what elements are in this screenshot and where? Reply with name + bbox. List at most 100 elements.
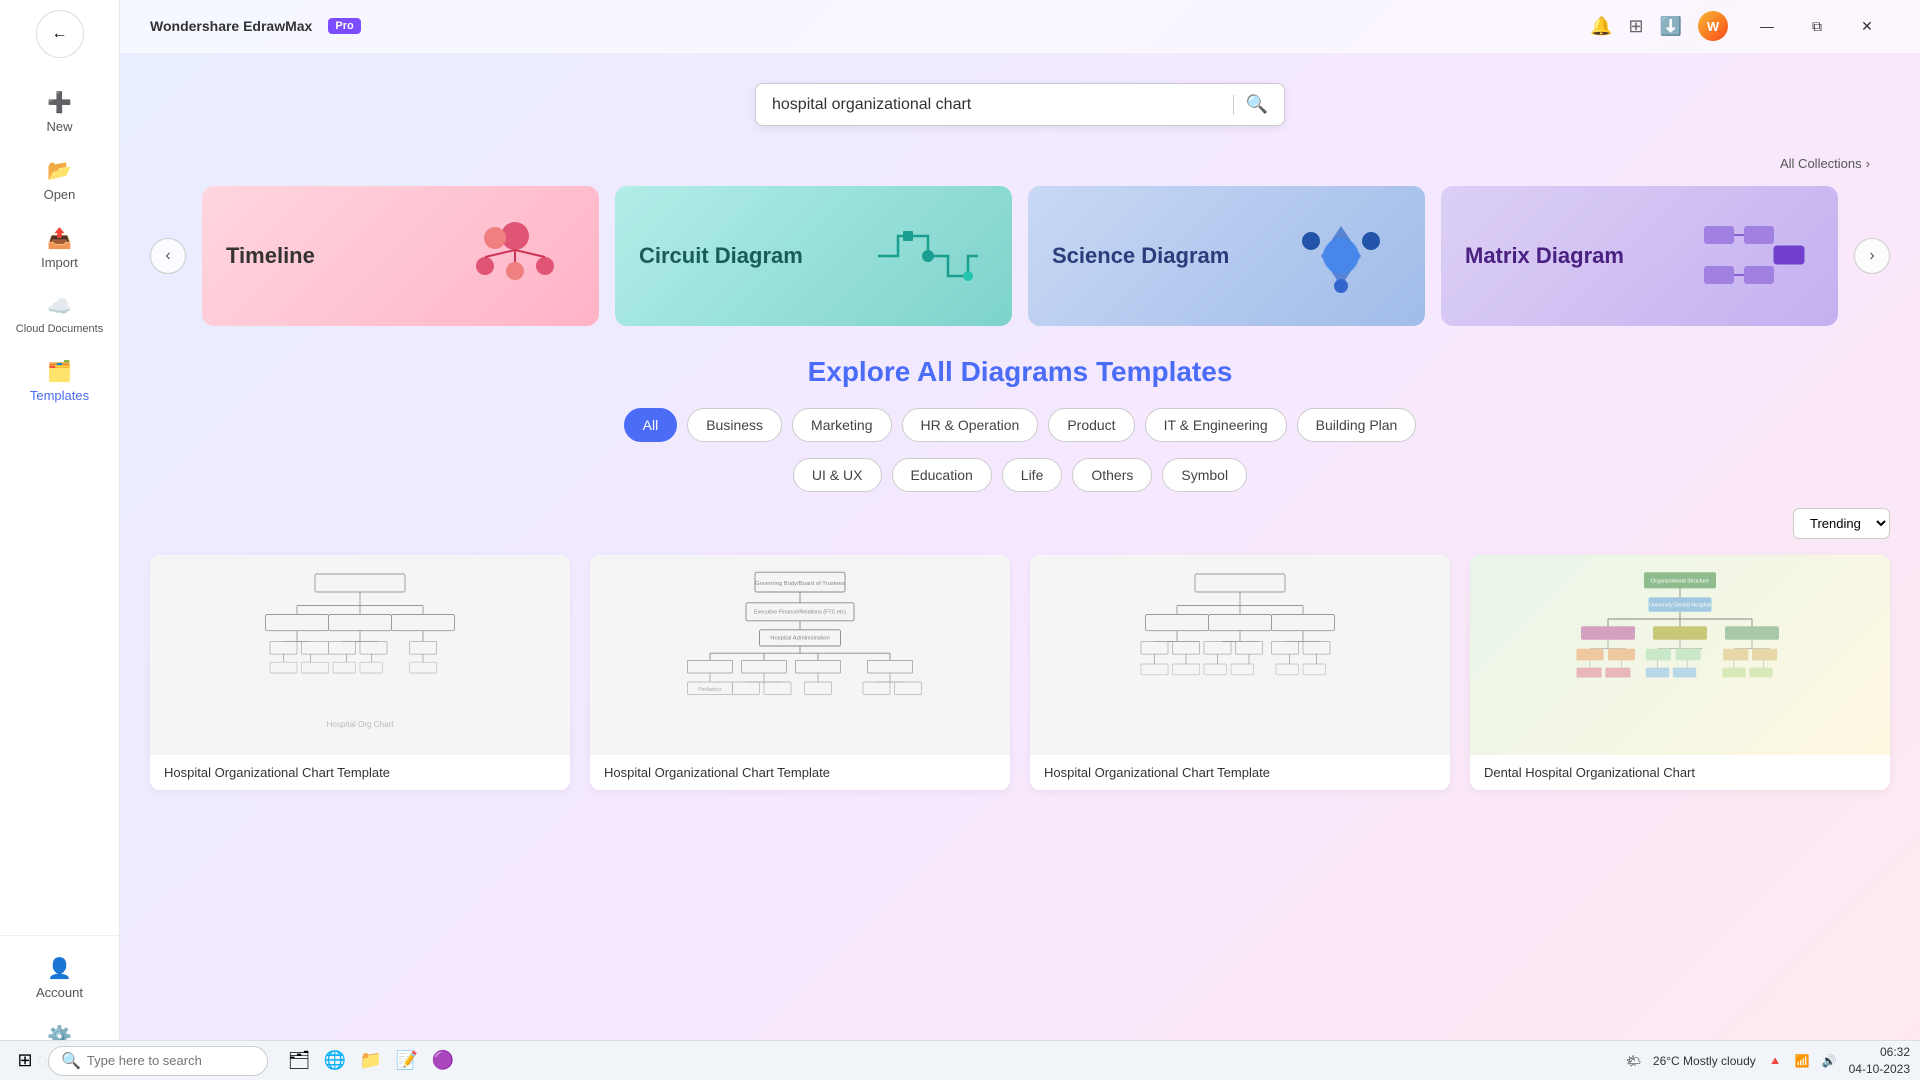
topbar-right: 🔔 ⊞ ⬇️ W — ⧉ ✕ — [1590, 10, 1890, 42]
topbar: Wondershare EdrawMax Pro 🔔 ⊞ ⬇️ W — ⧉ ✕ — [120, 0, 1920, 53]
user-avatar[interactable]: W — [1698, 11, 1728, 41]
taskbar-search-input[interactable] — [87, 1053, 247, 1068]
sidebar-item-open[interactable]: 📂 Open — [0, 146, 119, 214]
tag-ui[interactable]: UI & UX — [793, 458, 882, 492]
tag-education[interactable]: Education — [892, 458, 992, 492]
template-card-2-label: Hospital Organizational Chart Template — [590, 755, 1010, 790]
cloud-icon: ☁️ — [47, 294, 72, 319]
sidebar-item-new-label: New — [46, 119, 72, 134]
all-collections-text: All Collections — [1780, 156, 1862, 171]
sidebar-item-templates[interactable]: 🗂️ Templates — [0, 347, 119, 415]
carousel-prev[interactable]: ‹ — [150, 238, 186, 274]
grid-icon[interactable]: ⊞ — [1628, 16, 1643, 37]
weather-text: 26°C Mostly cloudy — [1653, 1054, 1756, 1068]
dental-org-chart-svg: Organizational Structure University Dent… — [1491, 565, 1869, 745]
back-button[interactable]: ← — [36, 10, 84, 58]
taskbar-date-value: 04-10-2023 — [1849, 1061, 1910, 1078]
svg-text:Organizational Structure: Organizational Structure — [1651, 579, 1709, 585]
close-button[interactable]: ✕ — [1844, 10, 1890, 42]
window-controls: — ⧉ ✕ — [1744, 10, 1890, 42]
taskbar-search-box: 🔍 — [48, 1046, 268, 1076]
carousel-card-matrix-label: Matrix Diagram — [1465, 243, 1624, 269]
tag-marketing[interactable]: Marketing — [792, 408, 891, 442]
taskbar-search-icon: 🔍 — [61, 1051, 81, 1071]
tag-life[interactable]: Life — [1002, 458, 1063, 492]
start-button[interactable]: ⊞ — [10, 1046, 40, 1076]
taskbar-apps: 🗂 🌐 📁 📝 🟣 — [284, 1046, 458, 1076]
carousel-card-science[interactable]: Science Diagram — [1028, 186, 1425, 326]
pro-badge: Pro — [328, 18, 360, 34]
sidebar-item-account-label: Account — [36, 985, 83, 1000]
sidebar-item-new[interactable]: ➕ New — [0, 78, 119, 146]
sidebar-item-cloud[interactable]: ☁️ Cloud Documents — [0, 282, 119, 347]
explore-section: Explore All Diagrams Templates All Busin… — [120, 336, 1920, 810]
templates-icon: 🗂️ — [47, 359, 72, 384]
tag-product[interactable]: Product — [1048, 408, 1134, 442]
carousel-card-timeline[interactable]: Timeline — [202, 186, 599, 326]
search-button[interactable]: 🔍 — [1246, 94, 1268, 115]
template-grid: Hospital Org Chart Hospital Organization… — [150, 555, 1890, 790]
explore-title-colored: All Diagrams Templates — [917, 356, 1232, 387]
taskbar-right: 🌤 26°C Mostly cloudy 🔺 📶 🔊 06:32 04-10-2… — [1626, 1044, 1910, 1078]
download-icon[interactable]: ⬇️ — [1660, 16, 1682, 37]
org-chart-1-svg: Hospital Org Chart — [171, 565, 549, 745]
template-card-2-img: Governing Body/Board of Trustees Executi… — [590, 555, 1010, 755]
template-card-2[interactable]: Governing Body/Board of Trustees Executi… — [590, 555, 1010, 790]
carousel-section: All Collections › ‹ Timeline — [120, 146, 1920, 336]
sort-select[interactable]: Trending Newest Popular — [1793, 508, 1890, 539]
app-title: Wondershare EdrawMax — [150, 18, 312, 34]
tag-others[interactable]: Others — [1072, 458, 1152, 492]
main-content: Wondershare EdrawMax Pro 🔔 ⊞ ⬇️ W — ⧉ ✕ … — [120, 0, 1920, 1080]
taskbar-app-word[interactable]: 📝 — [392, 1046, 422, 1076]
tag-business[interactable]: Business — [687, 408, 782, 442]
science-icon — [1281, 216, 1401, 296]
sidebar-item-import[interactable]: 📤 Import — [0, 214, 119, 282]
tag-building[interactable]: Building Plan — [1297, 408, 1417, 442]
svg-text:Hospital Org Chart: Hospital Org Chart — [327, 720, 395, 729]
restore-button[interactable]: ⧉ — [1794, 10, 1840, 42]
carousel-card-circuit-label: Circuit Diagram — [639, 243, 803, 269]
sidebar: ← ➕ New 📂 Open 📤 Import ☁️ Cloud Documen… — [0, 0, 120, 1080]
search-input[interactable] — [772, 96, 1221, 114]
filter-tags: All Business Marketing HR & Operation Pr… — [150, 408, 1890, 442]
search-divider — [1233, 95, 1234, 115]
tag-it[interactable]: IT & Engineering — [1145, 408, 1287, 442]
template-card-1-label: Hospital Organizational Chart Template — [150, 755, 570, 790]
carousel-card-timeline-label: Timeline — [226, 243, 315, 269]
sort-row: Trending Newest Popular — [150, 508, 1890, 539]
tag-all[interactable]: All — [624, 408, 678, 442]
sidebar-item-import-label: Import — [41, 255, 78, 270]
template-card-4[interactable]: Organizational Structure University Dent… — [1470, 555, 1890, 790]
volume-icon: 🔊 — [1822, 1054, 1837, 1068]
all-collections-link[interactable]: All Collections › — [1780, 156, 1870, 171]
carousel-next[interactable]: › — [1854, 238, 1890, 274]
taskbar-app-edraw[interactable]: 🟣 — [428, 1046, 458, 1076]
circuit-icon — [868, 216, 988, 296]
taskbar-app-browser1[interactable]: 🌐 — [320, 1046, 350, 1076]
open-icon: 📂 — [47, 158, 72, 183]
timeline-icon — [455, 216, 575, 296]
sidebar-item-account[interactable]: 👤 Account — [0, 944, 119, 1012]
svg-text:Hospital Administration: Hospital Administration — [770, 636, 829, 642]
weather-icon: 🌤 — [1626, 1054, 1641, 1068]
template-card-1[interactable]: Hospital Org Chart Hospital Organization… — [150, 555, 570, 790]
taskbar-app-taskview[interactable]: 🗂 — [284, 1046, 314, 1076]
carousel-card-circuit[interactable]: Circuit Diagram — [615, 186, 1012, 326]
matrix-icon — [1694, 216, 1814, 296]
taskbar-time-value: 06:32 — [1849, 1044, 1910, 1061]
taskbar-app-explorer[interactable]: 📁 — [356, 1046, 386, 1076]
notification-icon[interactable]: 🔔 — [1590, 16, 1612, 37]
org-chart-3-svg — [1051, 565, 1429, 745]
minimize-button[interactable]: — — [1744, 10, 1790, 42]
import-icon: 📤 — [47, 226, 72, 251]
explore-title-plain: Explore — [808, 356, 917, 387]
svg-text:University Dental Hospital: University Dental Hospital — [1649, 602, 1711, 608]
carousel-card-matrix[interactable]: Matrix Diagram — [1441, 186, 1838, 326]
tag-symbol[interactable]: Symbol — [1162, 458, 1247, 492]
template-card-3-label: Hospital Organizational Chart Template — [1030, 755, 1450, 790]
taskbar-tray: 🔺 — [1768, 1054, 1783, 1068]
sidebar-item-open-label: Open — [44, 187, 76, 202]
taskbar: ⊞ 🔍 🗂 🌐 📁 📝 🟣 🌤 26°C Mostly cloudy 🔺 📶 🔊… — [0, 1040, 1920, 1080]
tag-hr[interactable]: HR & Operation — [902, 408, 1039, 442]
template-card-3[interactable]: Hospital Organizational Chart Template — [1030, 555, 1450, 790]
